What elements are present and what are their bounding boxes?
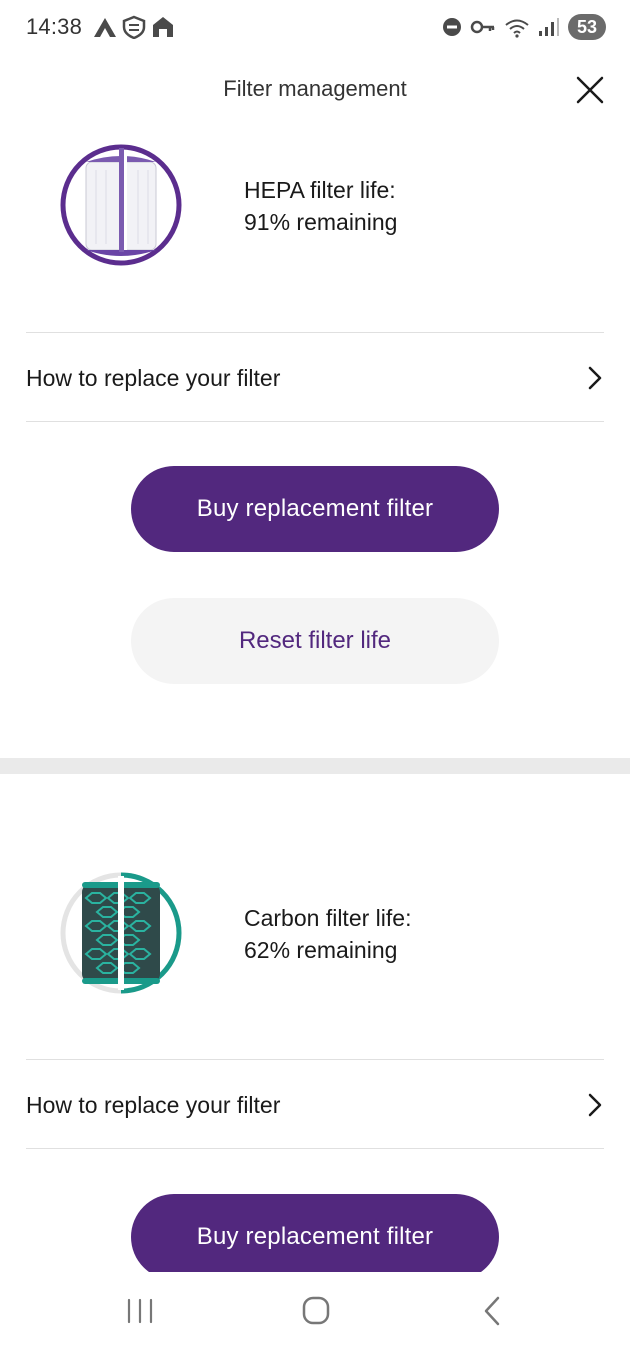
hepa-filter-life-label: HEPA filter life: [244,177,396,203]
carbon-filter-life-label: Carbon filter life: [244,905,412,931]
hepa-replace-filter-label: How to replace your filter [26,364,281,391]
signal-icon [539,18,559,36]
wifi-icon [505,19,529,38]
divider [26,421,604,422]
home-notification-icon [153,17,173,37]
do-not-disturb-icon [443,18,461,36]
hepa-replace-filter-row[interactable]: How to replace your filter [26,334,604,422]
carbon-filter-status: Carbon filter life: 62% remaining [244,902,411,966]
status-bar: 14:38 53 [0,0,630,56]
section-separator [0,758,630,774]
shield-notification-icon [122,15,146,39]
battery-indicator: 53 [568,14,606,40]
hepa-buy-replacement-button[interactable]: Buy replacement filter [131,466,499,552]
hepa-filter-status: HEPA filter life: 91% remaining [244,174,397,238]
status-time: 14:38 [26,14,83,39]
notification-icons [92,15,176,39]
page-title: Filter management [223,76,407,101]
hepa-filter-remaining: 91% remaining [244,209,398,235]
chevron-right-icon [588,1093,602,1117]
system-status-icons: 53 [442,14,606,40]
carbon-replace-filter-row[interactable]: How to replace your filter [26,1061,604,1149]
navigation-bar [0,1272,630,1350]
hepa-filter-info: HEPA filter life: 91% remaining [0,140,630,280]
divider [26,1059,604,1060]
back-icon[interactable] [472,1294,512,1328]
divider [26,1148,604,1149]
filter-management-screen: 14:38 53 Filter management HEPA filter l… [0,0,630,1350]
carbon-buy-replacement-button[interactable]: Buy replacement filter [131,1194,499,1280]
divider [26,332,604,333]
reset-filter-life-button[interactable]: Reset filter life [131,598,499,684]
close-icon[interactable] [574,74,606,106]
app-notification-icon [94,18,116,37]
carbon-filter-info: Carbon filter life: 62% remaining [0,866,630,1006]
carbon-filter-icon [60,872,182,994]
key-icon [470,20,495,34]
chevron-right-icon [588,366,602,390]
carbon-replace-filter-label: How to replace your filter [26,1091,281,1118]
hepa-filter-icon [60,144,182,266]
recent-apps-icon[interactable] [120,1294,160,1328]
home-icon[interactable] [296,1294,336,1328]
carbon-filter-remaining: 62% remaining [244,937,398,963]
